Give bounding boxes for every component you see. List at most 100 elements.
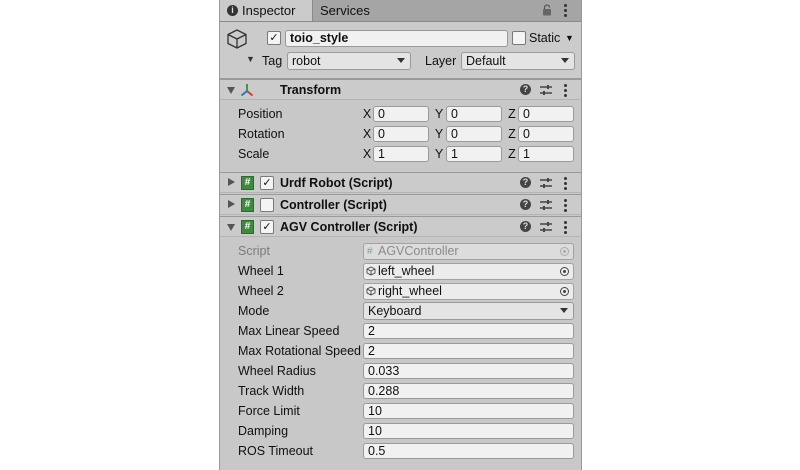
- layer-label: Layer: [425, 54, 457, 68]
- ros-timeout-field[interactable]: 0.5: [363, 443, 574, 459]
- help-icon[interactable]: ?: [520, 221, 531, 232]
- track-width-field[interactable]: 0.288: [363, 383, 574, 399]
- foldout-collapsed-icon[interactable]: [228, 200, 235, 208]
- tab-bar: i Inspector Services: [220, 0, 581, 22]
- presets-icon[interactable]: [540, 199, 552, 211]
- ros-timeout-label: ROS Timeout: [238, 444, 314, 458]
- static-dropdown-icon[interactable]: ▼: [565, 33, 574, 43]
- rotation-y-field[interactable]: 0: [446, 126, 502, 142]
- wheel1-field[interactable]: left_wheel: [363, 263, 574, 280]
- position-z-field[interactable]: 0: [518, 106, 574, 122]
- chevron-down-icon: [560, 308, 568, 313]
- object-picker-icon: [560, 247, 569, 256]
- checkmark-icon: ✓: [262, 177, 272, 189]
- component-menu-icon[interactable]: [564, 221, 568, 236]
- object-picker-icon[interactable]: [560, 287, 569, 296]
- gameobject-icon: [366, 286, 376, 296]
- presets-icon[interactable]: [540, 177, 552, 189]
- urdf-robot-enabled-checkbox[interactable]: ✓: [260, 176, 274, 190]
- help-icon[interactable]: ?: [520, 199, 531, 210]
- gameobject-icon: [366, 266, 376, 276]
- gameobject-cube-icon[interactable]: [226, 28, 248, 50]
- tab-menu-icon[interactable]: [564, 4, 568, 19]
- agv-controller-body: Script # AGVController Wheel 1 left_whee…: [220, 237, 581, 470]
- tab-services[interactable]: Services: [320, 0, 370, 21]
- transform-title: Transform: [280, 83, 342, 97]
- axis-z-label: Z: [508, 147, 516, 161]
- controller-enabled-checkbox[interactable]: [260, 198, 274, 212]
- component-menu-icon[interactable]: [564, 199, 568, 214]
- inspector-panel: i Inspector Services ▼ ✓ toio_style Stat…: [219, 0, 582, 470]
- foldout-collapsed-icon[interactable]: [228, 178, 235, 186]
- rotation-x-field[interactable]: 0: [373, 126, 429, 142]
- script-icon: #: [241, 220, 254, 234]
- help-icon[interactable]: ?: [520, 177, 531, 188]
- wheel2-field[interactable]: right_wheel: [363, 283, 574, 300]
- scale-y-field[interactable]: 1: [446, 146, 502, 162]
- script-file-icon: #: [367, 246, 373, 257]
- axis-z-label: Z: [508, 127, 516, 141]
- max-rotational-speed-label: Max Rotational Speed: [238, 344, 361, 358]
- max-rotational-speed-field[interactable]: 2: [363, 343, 574, 359]
- script-field: # AGVController: [363, 243, 574, 260]
- urdf-robot-header[interactable]: # ✓ Urdf Robot (Script) ?: [220, 172, 581, 193]
- axis-y-label: Y: [434, 107, 444, 121]
- force-limit-label: Force Limit: [238, 404, 300, 418]
- force-limit-field[interactable]: 10: [363, 403, 574, 419]
- max-linear-speed-field[interactable]: 2: [363, 323, 574, 339]
- presets-icon[interactable]: [540, 84, 552, 96]
- checkmark-icon: ✓: [262, 221, 272, 233]
- scale-z-field[interactable]: 1: [518, 146, 574, 162]
- foldout-expanded-icon[interactable]: [227, 224, 235, 231]
- script-label: Script: [238, 244, 270, 258]
- chevron-down-icon: [397, 58, 405, 63]
- checkmark-icon: ✓: [269, 32, 279, 44]
- track-width-label: Track Width: [238, 384, 305, 398]
- icon-dropdown-caret-icon[interactable]: ▼: [246, 54, 255, 64]
- object-picker-icon[interactable]: [560, 267, 569, 276]
- tab-inspector[interactable]: i Inspector: [220, 0, 313, 21]
- script-icon: #: [241, 198, 254, 212]
- controller-header[interactable]: # Controller (Script) ?: [220, 194, 581, 215]
- component-menu-icon[interactable]: [564, 177, 568, 192]
- position-y-field[interactable]: 0: [446, 106, 502, 122]
- script-icon: #: [241, 176, 254, 190]
- tag-dropdown[interactable]: robot: [287, 52, 411, 70]
- damping-label: Damping: [238, 424, 289, 438]
- agv-controller-enabled-checkbox[interactable]: ✓: [260, 220, 274, 234]
- agv-controller-header[interactable]: # ✓ AGV Controller (Script) ?: [220, 216, 581, 237]
- rotation-z-field[interactable]: 0: [518, 126, 574, 142]
- transform-header[interactable]: Transform ?: [220, 79, 581, 100]
- urdf-robot-title: Urdf Robot (Script): [280, 176, 393, 190]
- presets-icon[interactable]: [540, 221, 552, 233]
- layer-dropdown[interactable]: Default: [461, 52, 575, 70]
- component-menu-icon[interactable]: [564, 84, 568, 99]
- axis-x-label: X: [362, 147, 372, 161]
- static-checkbox[interactable]: [512, 31, 526, 45]
- mode-dropdown[interactable]: Keyboard: [363, 302, 574, 320]
- gameobject-name-input[interactable]: toio_style: [285, 30, 508, 47]
- axis-x-label: X: [362, 107, 372, 121]
- transform-body: Position X 0 Y 0 Z 0 Rotation X 0 Y 0 Z …: [220, 100, 581, 170]
- active-checkbox[interactable]: ✓: [267, 31, 281, 45]
- scale-label: Scale: [238, 147, 270, 161]
- rotation-label: Rotation: [238, 127, 285, 141]
- help-icon[interactable]: ?: [520, 84, 531, 95]
- wheel-radius-field[interactable]: 0.033: [363, 363, 574, 379]
- foldout-expanded-icon[interactable]: [227, 87, 235, 94]
- axis-z-label: Z: [508, 107, 516, 121]
- chevron-down-icon: [561, 58, 569, 63]
- mode-label: Mode: [238, 304, 270, 318]
- axis-y-label: Y: [434, 127, 444, 141]
- damping-field[interactable]: 10: [363, 423, 574, 439]
- scale-x-field[interactable]: 1: [373, 146, 429, 162]
- wheel2-label: Wheel 2: [238, 284, 284, 298]
- axis-x-label: X: [362, 127, 372, 141]
- info-icon: i: [227, 5, 238, 16]
- agv-controller-title: AGV Controller (Script): [280, 220, 418, 234]
- position-x-field[interactable]: 0: [373, 106, 429, 122]
- lock-icon[interactable]: [542, 4, 552, 16]
- tag-label: Tag: [262, 54, 283, 68]
- axis-y-label: Y: [434, 147, 444, 161]
- static-label: Static: [529, 31, 561, 45]
